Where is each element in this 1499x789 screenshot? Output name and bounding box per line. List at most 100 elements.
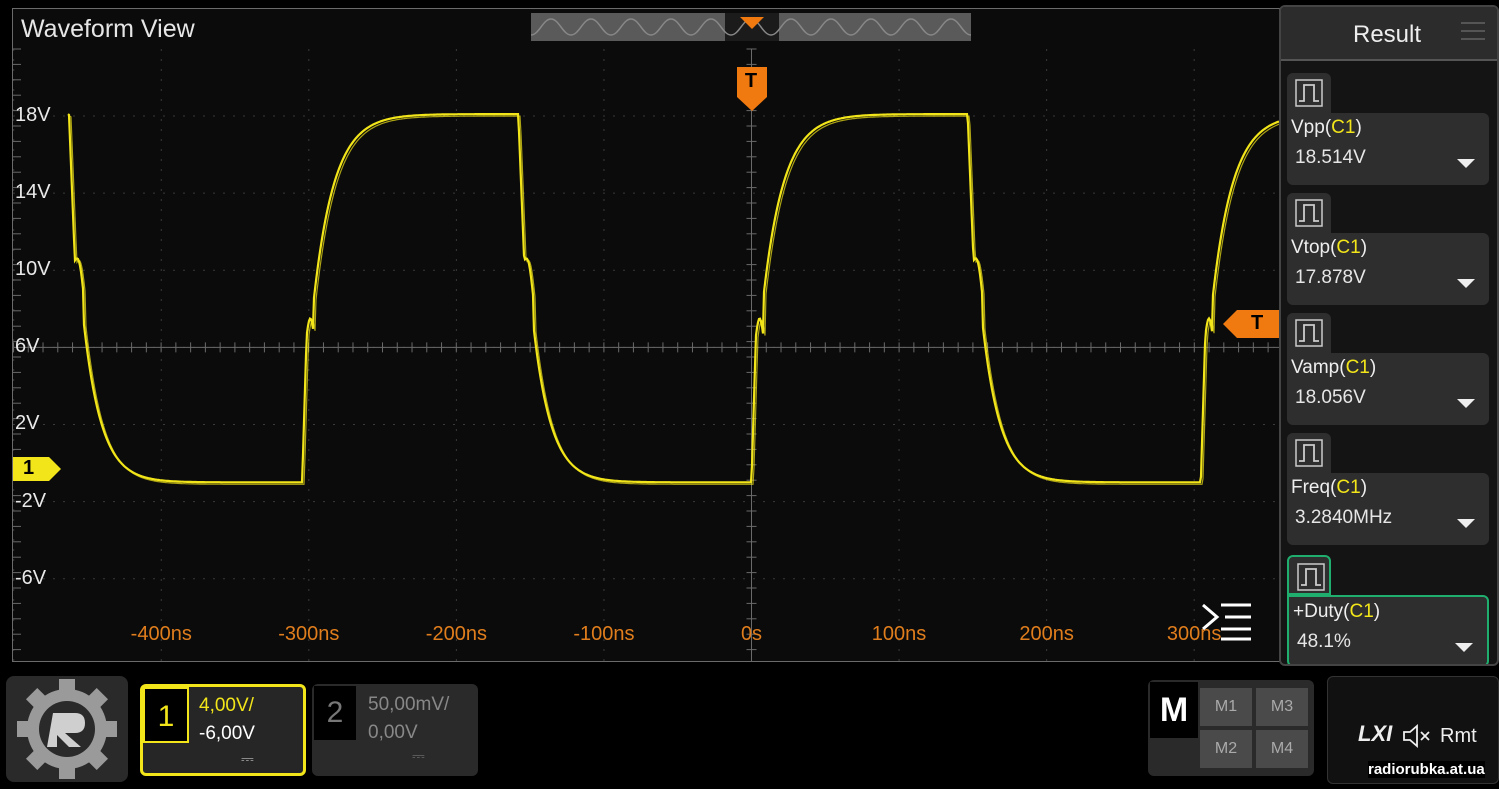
volt-label: 18V — [15, 104, 51, 126]
pulse-measure-icon — [1295, 79, 1323, 107]
waveform-title: Waveform View — [21, 15, 195, 43]
measurement-body: +Duty(C1) 48.1% — [1287, 595, 1489, 664]
ch2-dc-coupling-icon: ⎓ — [412, 748, 425, 765]
measurement-name: Freq(C1) — [1291, 477, 1368, 498]
time-label: 100ns — [871, 623, 927, 645]
measurement-item[interactable]: Freq(C1) 3.2840MHz — [1287, 433, 1489, 545]
rigol-logo-gear-icon — [17, 679, 117, 779]
math-m1-button[interactable]: M1 — [1200, 688, 1252, 726]
measurement-body: Vamp(C1) 18.056V — [1287, 353, 1489, 425]
math-m4-button[interactable]: M4 — [1256, 730, 1308, 768]
remote-indicator: Rmt — [1440, 725, 1477, 747]
result-title: Result — [1353, 21, 1422, 48]
math-m2-button[interactable]: M2 — [1200, 730, 1252, 768]
measurement-name: Vtop(C1) — [1291, 237, 1368, 258]
main-menu-button[interactable] — [6, 676, 128, 782]
measurement-type-tab — [1287, 555, 1331, 595]
measurement-value: 18.514V — [1295, 147, 1366, 168]
ch1-marker-icon — [13, 457, 61, 481]
measurement-type-tab — [1287, 313, 1331, 353]
waveform-view[interactable]: Waveform View T T 1 18V 14V 10V 6V 2V -2V — [12, 8, 1280, 662]
waveform-grid-and-trace — [13, 48, 1279, 661]
time-label: -300ns — [278, 623, 340, 645]
chevron-down-icon[interactable] — [1455, 643, 1473, 653]
ch2-number: 2 — [314, 686, 356, 740]
measurement-body: Freq(C1) 3.2840MHz — [1287, 473, 1489, 545]
time-label: -400ns — [130, 623, 192, 645]
list-icon[interactable] — [1459, 17, 1487, 45]
measurement-name: +Duty(C1) — [1293, 601, 1381, 622]
time-label: -100ns — [573, 623, 635, 645]
ch1-offset: -6,00V — [199, 723, 255, 744]
memory-overview-bar[interactable] — [531, 13, 971, 41]
pulse-measure-icon — [1295, 199, 1323, 227]
ch1-trace-shadow — [69, 115, 1279, 485]
trigger-position-marker[interactable]: T — [735, 65, 769, 111]
ch1-trace — [67, 113, 1279, 484]
math-settings[interactable]: M M1 M3 M2 M4 — [1148, 680, 1314, 776]
measurement-type: +Duty — [1293, 601, 1344, 622]
chevron-down-icon[interactable] — [1457, 279, 1475, 289]
measurement-result-panel: Result Vpp(C1) 18.514V Vtop(C1) 17.878V Vamp… — [1279, 5, 1499, 666]
volt-label: -2V — [15, 489, 47, 512]
ch2-settings[interactable]: 2 50,00mV/ 0,00V ⎓ — [312, 684, 478, 776]
trigger-level-label: T — [1251, 312, 1264, 334]
ch1-offset-marker[interactable]: 1 — [13, 456, 61, 482]
measurement-name: Vpp(C1) — [1291, 117, 1362, 138]
menu-expand-icon[interactable] — [1199, 599, 1255, 641]
measurement-source: C1 — [1336, 477, 1361, 498]
math-m3-button[interactable]: M3 — [1256, 688, 1308, 726]
measurement-item[interactable]: Vtop(C1) 17.878V — [1287, 193, 1489, 305]
chevron-down-icon[interactable] — [1457, 159, 1475, 169]
ch1-settings[interactable]: 1 4,00V/ -6,00V ⎓ — [140, 684, 306, 776]
measurement-item[interactable]: +Duty(C1) 48.1% — [1287, 555, 1489, 664]
time-label: 200ns — [1019, 623, 1074, 645]
measurement-value: 18.056V — [1295, 387, 1366, 408]
measurement-type: Vamp — [1291, 357, 1340, 378]
pulse-measure-icon — [1295, 319, 1323, 347]
measurement-item[interactable]: Vamp(C1) 18.056V — [1287, 313, 1489, 425]
pulse-measure-icon — [1295, 439, 1323, 467]
ch1-number: 1 — [143, 687, 189, 743]
measurement-type-tab — [1287, 193, 1331, 233]
volt-label: 6V — [15, 335, 40, 358]
volt-label: 10V — [15, 258, 51, 281]
watermark: radiorubka.at.ua — [1368, 761, 1485, 778]
volt-label: -6V — [15, 566, 47, 589]
graticule — [13, 48, 1279, 661]
measurement-value: 48.1% — [1297, 631, 1351, 652]
measurement-source: C1 — [1349, 601, 1374, 622]
measurement-source: C1 — [1336, 237, 1361, 258]
measurement-source: C1 — [1345, 357, 1370, 378]
bottom-status-bar: 1 4,00V/ -6,00V ⎓ 2 50,00mV/ 0,00V ⎓ M M… — [0, 668, 1499, 789]
trigger-level-marker[interactable]: T — [1223, 309, 1279, 339]
math-label: M — [1150, 682, 1198, 738]
time-label: 0s — [740, 623, 763, 645]
measurement-value: 3.2840MHz — [1295, 507, 1393, 528]
lxi-indicator: LXI — [1358, 721, 1393, 746]
measurement-value: 17.878V — [1295, 267, 1366, 288]
time-label: -200ns — [425, 623, 487, 645]
measurement-type-tab — [1287, 73, 1331, 113]
result-header: Result — [1281, 7, 1497, 61]
measurement-type: Vpp — [1291, 117, 1325, 138]
measurement-item[interactable]: Vpp(C1) 18.514V — [1287, 73, 1489, 185]
measurement-body: Vpp(C1) 18.514V — [1287, 113, 1489, 185]
volt-label: 2V — [15, 412, 40, 435]
oscilloscope-screen: Waveform View T T 1 18V 14V 10V 6V 2V -2V — [0, 0, 1499, 789]
ch2-scale: 50,00mV/ — [368, 694, 450, 715]
ch1-scale: 4,00V/ — [199, 695, 254, 716]
volt-label: 14V — [15, 181, 51, 204]
trigger-position-label: T — [744, 70, 758, 92]
measurement-body: Vtop(C1) 17.878V — [1287, 233, 1489, 305]
chevron-down-icon[interactable] — [1457, 399, 1475, 409]
speaker-mute-icon[interactable] — [1402, 723, 1434, 749]
ch1-marker-label: 1 — [23, 457, 35, 479]
measurement-type-tab — [1287, 433, 1331, 473]
ch1-dc-coupling-icon: ⎓ — [241, 751, 254, 768]
ch2-offset: 0,00V — [368, 722, 418, 743]
measurement-source: C1 — [1331, 117, 1356, 138]
measurement-type: Freq — [1291, 477, 1331, 498]
chevron-down-icon[interactable] — [1457, 519, 1475, 529]
pulse-measure-icon — [1297, 563, 1325, 591]
